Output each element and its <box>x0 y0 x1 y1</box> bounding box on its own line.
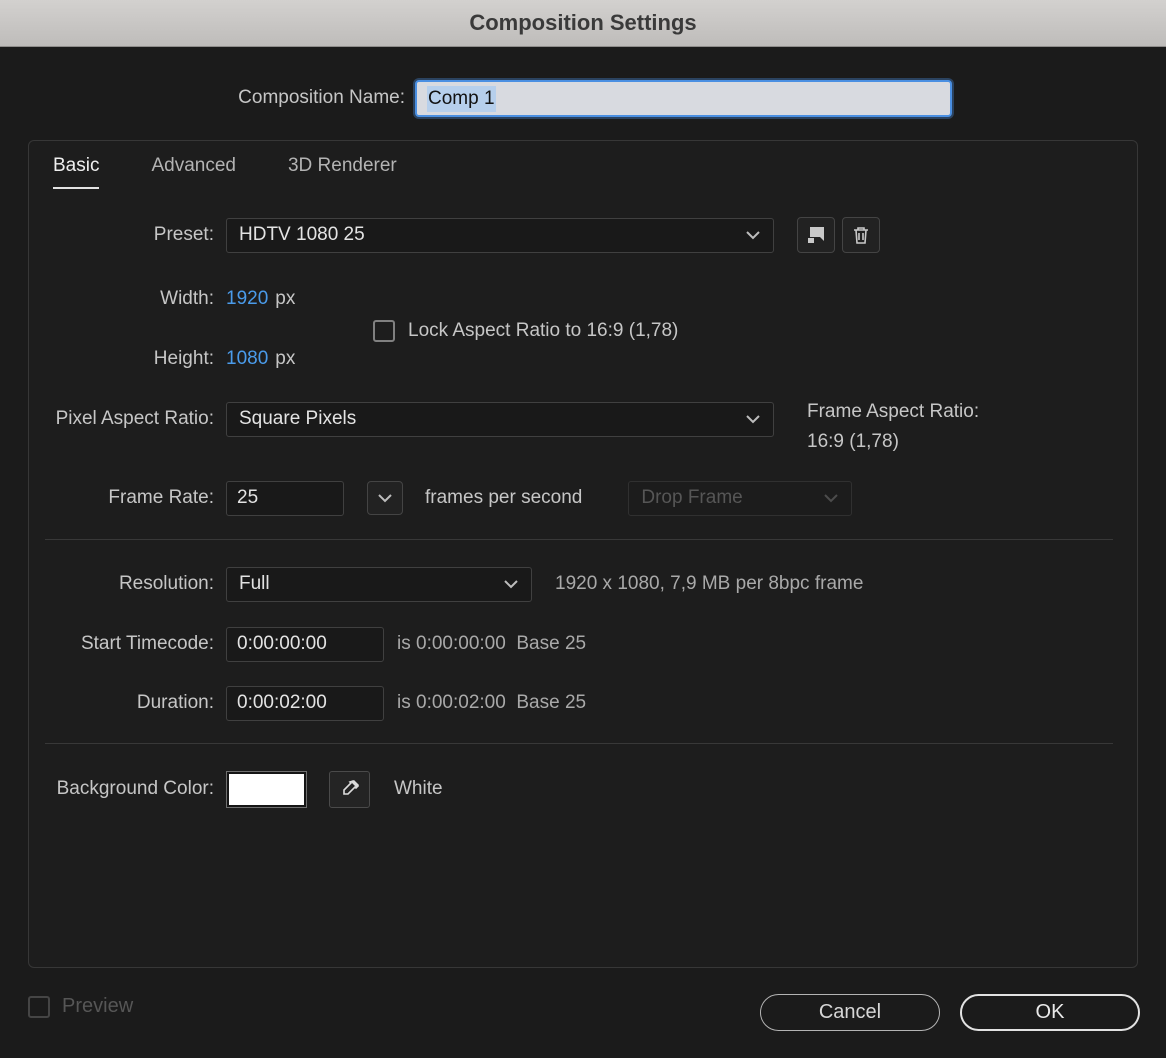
duration-label: Duration: <box>136 692 214 713</box>
composition-name-row: Composition Name: Comp 1 <box>0 80 1166 118</box>
frame-rate-row: Frame Rate: frames per second Drop Frame <box>29 480 1139 516</box>
height-label: Height: <box>153 348 214 369</box>
resolution-row: Resolution: Full 1920 x 1080, 7,9 MB per… <box>29 566 1139 602</box>
resolution-label: Resolution: <box>118 573 214 594</box>
chevron-down-icon <box>746 231 760 240</box>
preset-row: Preset: HDTV 1080 25 <box>29 217 1139 253</box>
start-timecode-row: Start Timecode: is 0:00:00:00 Base 25 <box>29 626 1139 662</box>
frame-aspect-value: 16:9 (1,78) <box>807 431 899 452</box>
dialog-footer: Preview Cancel OK <box>0 968 1166 1058</box>
tab-basic[interactable]: Basic <box>53 155 100 189</box>
background-color-name: White <box>394 778 443 799</box>
eyedropper-button[interactable] <box>329 770 370 808</box>
frame-rate-suffix: frames per second <box>425 487 583 508</box>
cancel-button[interactable]: Cancel <box>760 994 940 1031</box>
tab-advanced[interactable]: Advanced <box>151 155 236 189</box>
save-preset-icon <box>808 227 824 243</box>
start-timecode-info: is 0:00:00:00 Base 25 <box>397 633 587 654</box>
chevron-down-icon <box>378 494 392 503</box>
chevron-down-icon <box>746 415 760 424</box>
frame-rate-dropdown-button[interactable] <box>367 481 403 515</box>
ok-button[interactable]: OK <box>960 994 1140 1031</box>
divider <box>45 539 1113 540</box>
eyedropper-icon <box>342 780 359 795</box>
drop-frame-value: Drop Frame <box>641 487 743 508</box>
duration-info: is 0:00:02:00 Base 25 <box>397 692 587 713</box>
tab-3d-renderer[interactable]: 3D Renderer <box>288 155 397 189</box>
width-row: Width: 1920 px <box>29 281 1139 317</box>
pixel-aspect-dropdown[interactable]: Square Pixels <box>226 401 774 437</box>
pixel-aspect-label: Pixel Aspect Ratio: <box>55 408 214 429</box>
preview-checkbox[interactable] <box>28 995 50 1018</box>
frame-rate-label: Frame Rate: <box>108 487 214 508</box>
width-label: Width: <box>160 288 214 309</box>
height-row: Height: 1080 px <box>29 341 1139 377</box>
duration-row: Duration: is 0:00:02:00 Base 25 <box>29 685 1139 721</box>
background-color-label: Background Color: <box>56 778 214 799</box>
trash-icon <box>854 227 868 244</box>
preview-label: Preview <box>62 995 134 1017</box>
divider <box>45 743 1113 744</box>
preview-toggle: Preview <box>28 995 133 1018</box>
preset-value: HDTV 1080 25 <box>239 224 365 245</box>
delete-preset-button[interactable] <box>842 217 880 253</box>
dialog-titlebar: Composition Settings <box>0 0 1166 47</box>
resolution-value: Full <box>239 573 270 594</box>
chevron-down-icon <box>504 580 518 589</box>
lock-aspect-checkbox[interactable] <box>373 320 395 342</box>
drop-frame-dropdown: Drop Frame <box>628 480 853 516</box>
preset-label: Preset: <box>153 224 214 245</box>
background-color-swatch[interactable] <box>226 770 307 808</box>
start-timecode-input[interactable] <box>226 626 384 662</box>
width-unit: px <box>275 288 296 309</box>
pixel-aspect-value: Square Pixels <box>239 408 357 429</box>
composition-name-input[interactable]: Comp 1 <box>415 80 952 117</box>
tab-bar: Basic Advanced 3D Renderer <box>53 155 397 189</box>
frame-rate-input[interactable] <box>226 480 344 516</box>
composition-name-label: Composition Name: <box>238 87 405 108</box>
settings-panel: Basic Advanced 3D Renderer Preset: HDTV … <box>28 140 1138 968</box>
chevron-down-icon <box>824 494 839 503</box>
start-timecode-label: Start Timecode: <box>80 633 214 654</box>
width-value[interactable]: 1920 <box>226 288 268 310</box>
duration-input[interactable] <box>226 685 384 721</box>
height-unit: px <box>275 348 296 369</box>
dialog-title: Composition Settings <box>469 10 697 35</box>
frame-aspect-info: Frame Aspect Ratio: 16:9 (1,78) <box>807 397 979 457</box>
background-color-row: Background Color: White <box>29 770 1139 808</box>
height-value[interactable]: 1080 <box>226 348 268 370</box>
resolution-dropdown[interactable]: Full <box>226 566 532 602</box>
save-preset-button[interactable] <box>797 217 835 253</box>
frame-aspect-label: Frame Aspect Ratio: <box>807 401 980 422</box>
lock-aspect-label: Lock Aspect Ratio to 16:9 (1,78) <box>408 320 679 341</box>
composition-name-value: Comp 1 <box>427 85 496 112</box>
preset-dropdown[interactable]: HDTV 1080 25 <box>226 217 774 253</box>
resolution-info: 1920 x 1080, 7,9 MB per 8bpc frame <box>555 573 864 594</box>
